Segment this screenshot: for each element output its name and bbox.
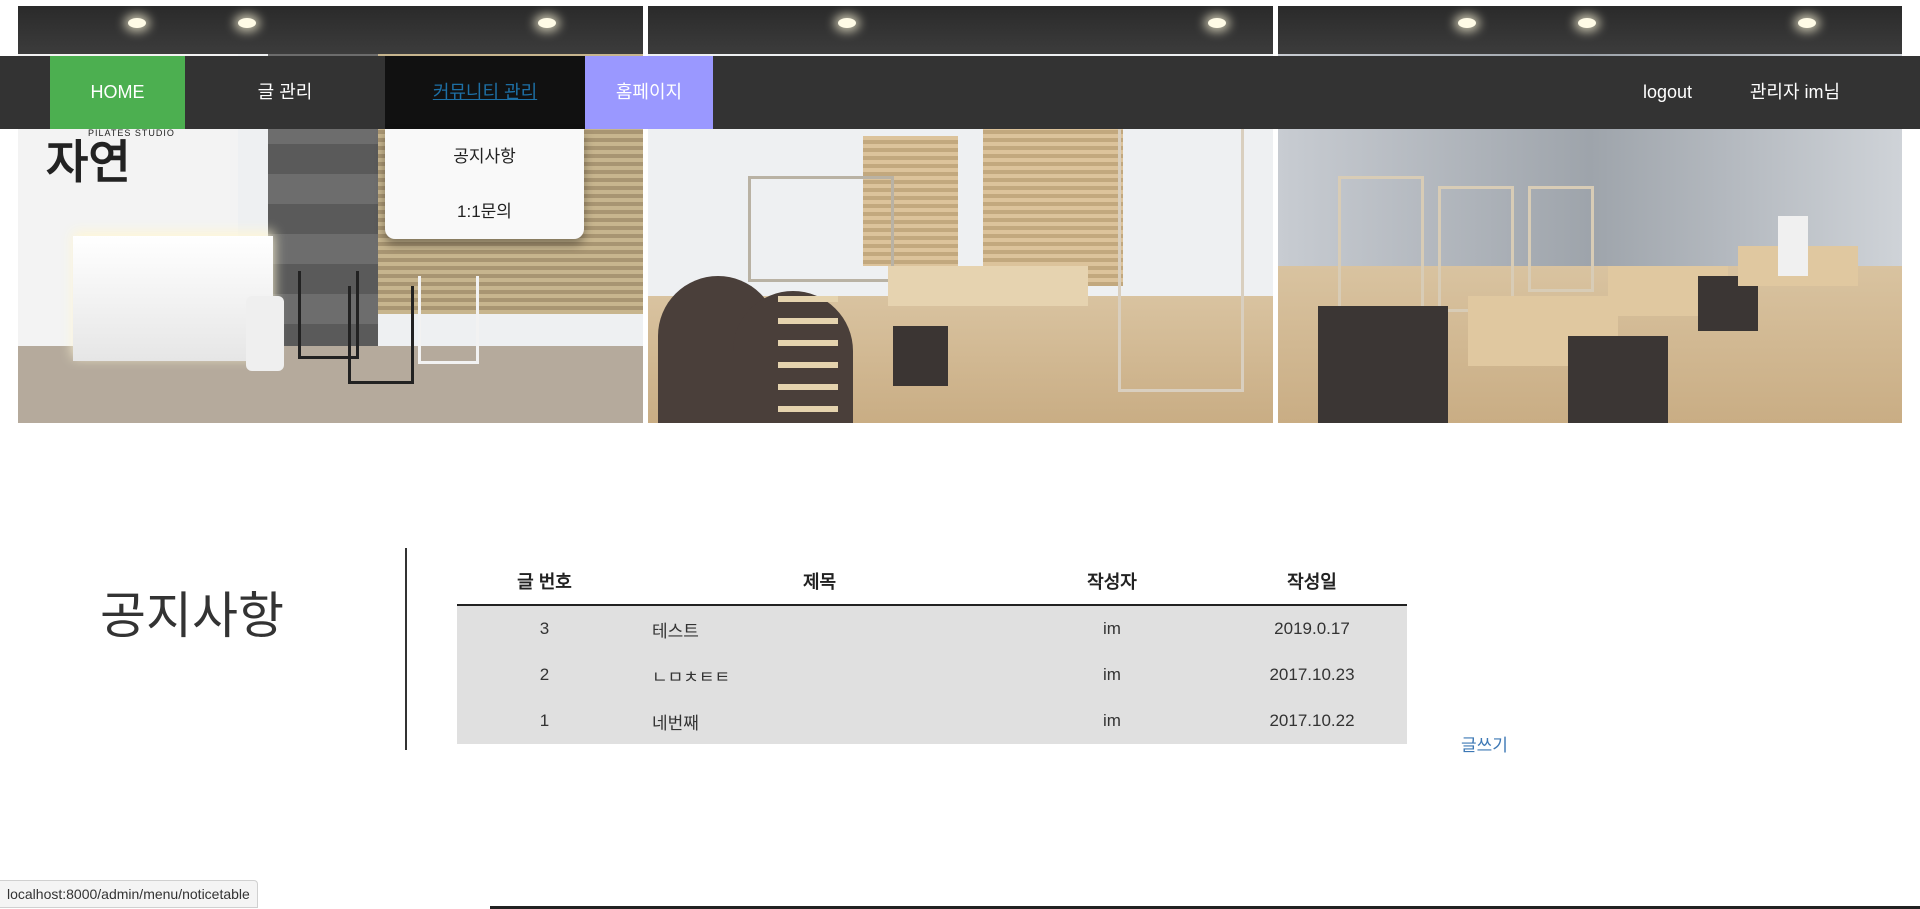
row-number: 3 — [457, 605, 632, 652]
table-header-row: 글 번호 제목 작성자 작성일 — [457, 558, 1407, 606]
row-date: 2019.0.17 — [1217, 605, 1407, 652]
row-title-link[interactable]: 테스트 — [632, 605, 1007, 652]
nav-community[interactable]: 커뮤니티 관리 — [385, 56, 585, 129]
row-number: 2 — [457, 652, 632, 698]
row-author: im — [1007, 605, 1217, 652]
admin-user-label: 관리자 im님 — [1749, 82, 1841, 102]
community-dropdown: 공지사항 1:1문의 — [385, 129, 584, 239]
column-header-author: 작성자 — [1007, 558, 1217, 606]
row-date: 2017.10.22 — [1217, 698, 1407, 744]
dropdown-item-inquiry[interactable]: 1:1문의 — [385, 184, 584, 239]
column-header-date: 작성일 — [1217, 558, 1407, 606]
logout-link[interactable]: logout — [1625, 56, 1710, 129]
row-date: 2017.10.23 — [1217, 652, 1407, 698]
notice-table: 글 번호 제목 작성자 작성일 3 테스트 im 2019.0.17 2 ㄴㅁㅊ… — [457, 558, 1407, 744]
vertical-divider — [405, 548, 407, 750]
table-row[interactable]: 3 테스트 im 2019.0.17 — [457, 605, 1407, 652]
page-title: 공지사항 — [100, 588, 284, 644]
top-navbar: HOME 글 관리 커뮤니티 관리 홈페이지 logout 관리자 im님 — [0, 56, 1920, 129]
row-title-link[interactable]: 네번째 — [632, 698, 1007, 744]
nav-homepage[interactable]: 홈페이지 — [585, 56, 713, 129]
row-number: 1 — [457, 698, 632, 744]
row-title-link[interactable]: ㄴㅁㅊㅌㅌ — [632, 652, 1007, 698]
column-header-title: 제목 — [632, 558, 1007, 606]
column-header-number: 글 번호 — [457, 558, 632, 606]
studio-logo-sub: PILATES STUDIO — [88, 128, 175, 138]
row-author: im — [1007, 652, 1217, 698]
nav-posts[interactable]: 글 관리 — [215, 56, 355, 129]
write-post-link[interactable]: 글쓰기 — [1461, 731, 1508, 756]
row-author: im — [1007, 698, 1217, 744]
nav-community-label[interactable]: 커뮤니티 관리 — [433, 82, 537, 102]
browser-status-url: localhost:8000/admin/menu/noticetable — [0, 880, 258, 908]
dropdown-item-notice[interactable]: 공지사항 — [385, 129, 584, 184]
nav-home[interactable]: HOME — [50, 56, 185, 129]
table-row[interactable]: 1 네번째 im 2017.10.22 — [457, 698, 1407, 744]
table-row[interactable]: 2 ㄴㅁㅊㅌㅌ im 2017.10.23 — [457, 652, 1407, 698]
